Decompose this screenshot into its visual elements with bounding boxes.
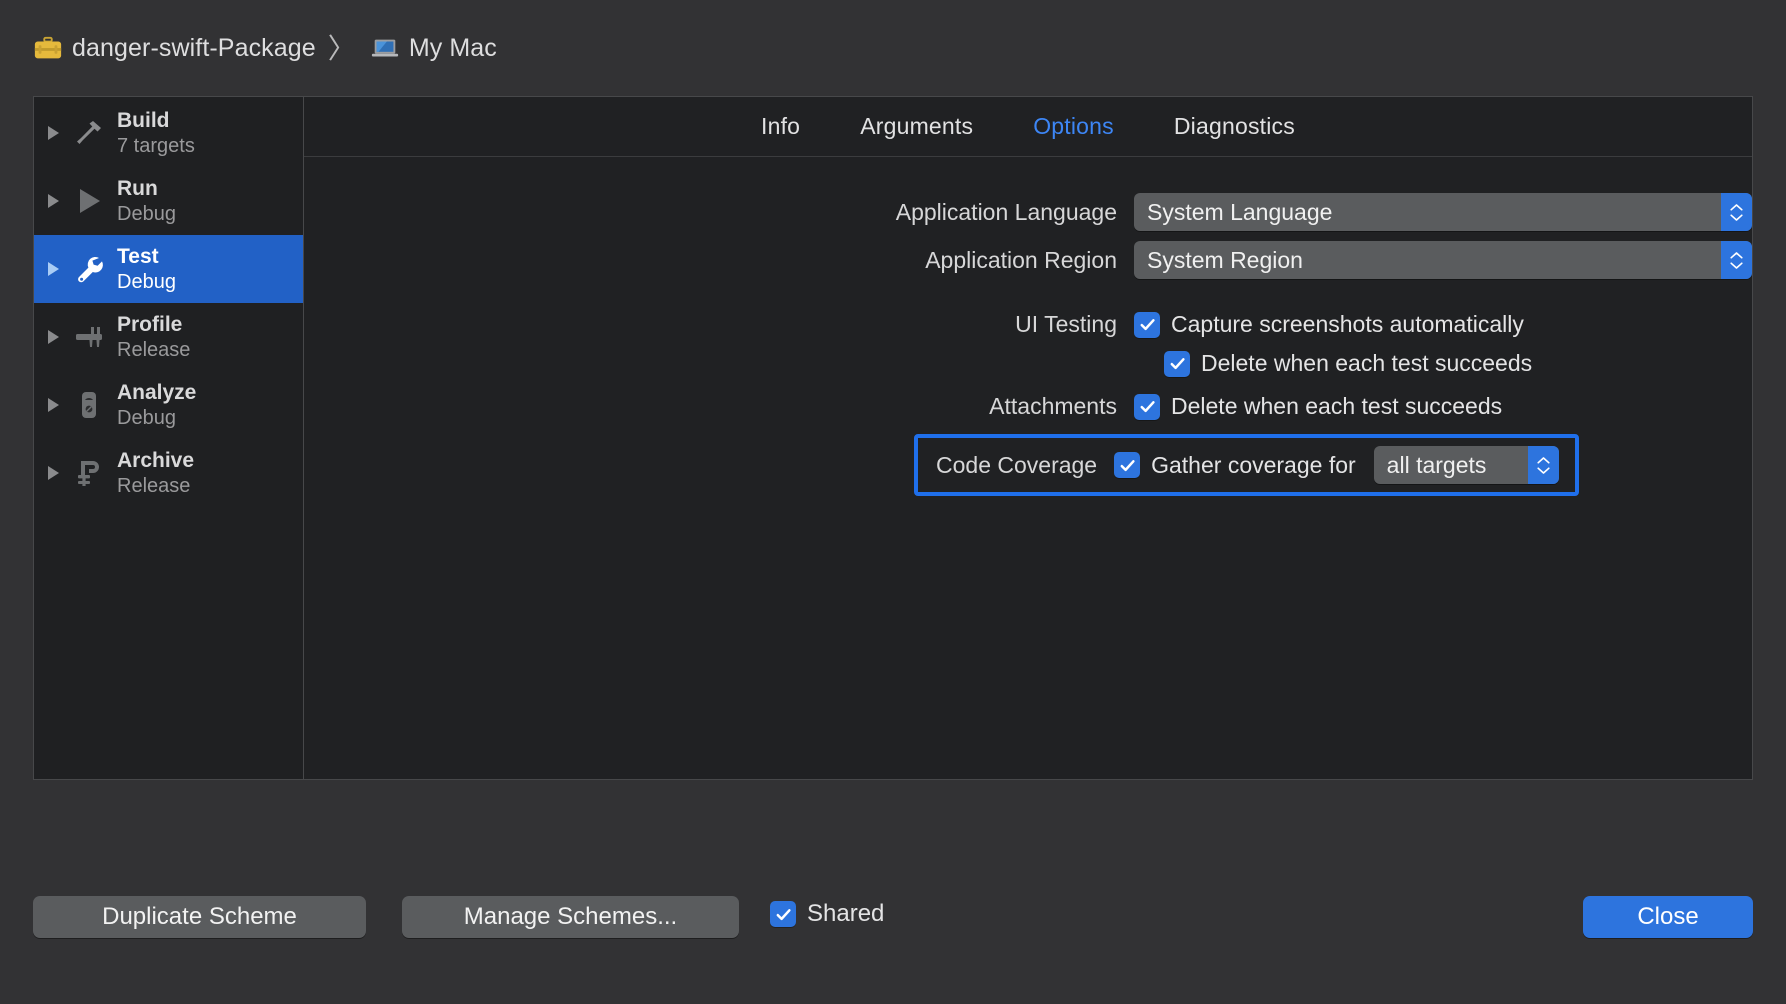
application-language-select[interactable]: System Language: [1134, 193, 1752, 231]
options-form: Application Language System Language: [304, 157, 1752, 496]
options-pane: Info Arguments Options Diagnostics Appli…: [304, 97, 1752, 779]
breadcrumb-separator-icon: 〉: [328, 35, 356, 63]
toolbox-icon: [33, 34, 63, 64]
scheme-actions-sidebar: Build 7 targets Run Debug: [34, 97, 304, 779]
project-name: danger-swift-Package: [72, 34, 316, 63]
sidebar-item-profile[interactable]: Profile Release: [34, 303, 303, 371]
disclosure-triangle-icon[interactable]: [48, 262, 59, 276]
application-region-value: System Region: [1147, 247, 1303, 274]
sidebar-item-title: Run: [117, 177, 176, 201]
ui-testing-delete-label: Delete when each test succeeds: [1201, 350, 1532, 377]
row-attachments: Attachments Delete when each test succee…: [304, 393, 1752, 420]
shared-label: Shared: [807, 900, 884, 928]
gather-coverage-label: Gather coverage for: [1151, 452, 1356, 479]
sidebar-item-title: Test: [117, 245, 176, 269]
disclosure-triangle-icon[interactable]: [48, 194, 59, 208]
hammer-icon: [72, 116, 106, 150]
disclosure-triangle-icon[interactable]: [48, 330, 59, 344]
clamp-icon: [72, 456, 106, 490]
sidebar-item-archive[interactable]: Archive Release: [34, 439, 303, 507]
application-language-value: System Language: [1147, 199, 1332, 226]
code-coverage-label: Code Coverage: [936, 452, 1097, 479]
sidebar-item-subtitle: Debug: [117, 203, 176, 225]
close-button[interactable]: Close: [1583, 896, 1753, 938]
checkbox-checked-icon: [1164, 351, 1190, 377]
sidebar-item-subtitle: Debug: [117, 407, 196, 429]
checkbox-checked-icon: [770, 901, 796, 927]
sidebar-item-title: Analyze: [117, 381, 196, 405]
row-application-language: Application Language System Language: [304, 193, 1752, 231]
editor-panel: Build 7 targets Run Debug: [33, 96, 1753, 780]
gather-coverage-checkbox[interactable]: Gather coverage for: [1114, 452, 1356, 479]
tab-diagnostics[interactable]: Diagnostics: [1144, 113, 1325, 140]
sidebar-item-run[interactable]: Run Debug: [34, 167, 303, 235]
checkbox-checked-icon: [1114, 452, 1140, 478]
tab-options[interactable]: Options: [1003, 113, 1144, 140]
sidebar-item-analyze[interactable]: Analyze Debug: [34, 371, 303, 439]
checkbox-checked-icon: [1134, 394, 1160, 420]
shared-checkbox[interactable]: Shared: [770, 900, 884, 928]
sidebar-item-subtitle: 7 targets: [117, 135, 195, 157]
destination-name: My Mac: [409, 34, 497, 63]
chevron-up-icon: [1730, 204, 1743, 211]
wrench-icon: [72, 252, 106, 286]
play-icon: [72, 184, 106, 218]
sidebar-item-build[interactable]: Build 7 targets: [34, 99, 303, 167]
ui-testing-label: UI Testing: [304, 311, 1134, 338]
application-region-select[interactable]: System Region: [1134, 241, 1752, 279]
chevron-down-icon: [1730, 214, 1743, 221]
footer-bar: Duplicate Scheme Manage Schemes... Share…: [0, 854, 1786, 1004]
capture-screenshots-label: Capture screenshots automatically: [1171, 311, 1524, 338]
sidebar-item-test[interactable]: Test Debug: [34, 235, 303, 303]
sidebar-item-subtitle: Release: [117, 475, 194, 497]
checkmark-icon: [1118, 456, 1137, 475]
checkmark-icon: [1138, 397, 1157, 416]
laptop-icon: [370, 34, 400, 64]
sidebar-item-title: Build: [117, 109, 195, 133]
chevron-up-icon: [1537, 457, 1550, 464]
row-application-region: Application Region System Region: [304, 241, 1752, 279]
sidebar-item-subtitle: Release: [117, 339, 190, 361]
application-language-label: Application Language: [304, 199, 1134, 226]
tab-info[interactable]: Info: [731, 113, 830, 140]
stepper-icon[interactable]: [1528, 446, 1559, 484]
gauge-icon: [72, 320, 106, 354]
chevron-down-icon: [1537, 467, 1550, 474]
checkmark-icon: [774, 905, 793, 924]
tab-bar: Info Arguments Options Diagnostics: [304, 97, 1752, 157]
row-code-coverage: Code Coverage Gather coverage for all ta…: [304, 434, 1752, 496]
breadcrumb-project[interactable]: danger-swift-Package: [33, 34, 316, 64]
row-ui-testing-delete: Delete when each test succeeds: [304, 350, 1752, 377]
coverage-scope-value: all targets: [1387, 452, 1487, 479]
duplicate-scheme-button[interactable]: Duplicate Scheme: [33, 896, 366, 938]
attachments-delete-label: Delete when each test succeeds: [1171, 393, 1502, 420]
analyze-icon: [72, 388, 106, 422]
sidebar-item-title: Archive: [117, 449, 194, 473]
ui-testing-delete-checkbox[interactable]: Delete when each test succeeds: [1164, 350, 1532, 377]
application-region-label: Application Region: [304, 247, 1134, 274]
chevron-down-icon: [1730, 262, 1743, 269]
attachments-delete-checkbox[interactable]: Delete when each test succeeds: [1134, 393, 1502, 420]
stepper-icon[interactable]: [1721, 193, 1752, 231]
chevron-up-icon: [1730, 252, 1743, 259]
checkmark-icon: [1168, 354, 1187, 373]
disclosure-triangle-icon[interactable]: [48, 398, 59, 412]
disclosure-triangle-icon[interactable]: [48, 126, 59, 140]
stepper-icon[interactable]: [1721, 241, 1752, 279]
sidebar-item-title: Profile: [117, 313, 190, 337]
disclosure-triangle-icon[interactable]: [48, 466, 59, 480]
breadcrumb-destination[interactable]: My Mac: [370, 34, 497, 64]
checkmark-icon: [1138, 315, 1157, 334]
scheme-editor-window: danger-swift-Package 〉 My Mac Build: [0, 0, 1786, 1004]
coverage-scope-select[interactable]: all targets: [1374, 446, 1559, 484]
checkbox-checked-icon: [1134, 312, 1160, 338]
sidebar-item-subtitle: Debug: [117, 271, 176, 293]
attachments-label: Attachments: [304, 393, 1134, 420]
capture-screenshots-checkbox[interactable]: Capture screenshots automatically: [1134, 311, 1524, 338]
code-coverage-focus-ring: Code Coverage Gather coverage for all ta…: [914, 434, 1579, 496]
tab-arguments[interactable]: Arguments: [830, 113, 1003, 140]
manage-schemes-button[interactable]: Manage Schemes...: [402, 896, 739, 938]
breadcrumb: danger-swift-Package 〉 My Mac: [0, 0, 1786, 97]
row-ui-testing: UI Testing Capture screenshots automatic…: [304, 311, 1752, 338]
